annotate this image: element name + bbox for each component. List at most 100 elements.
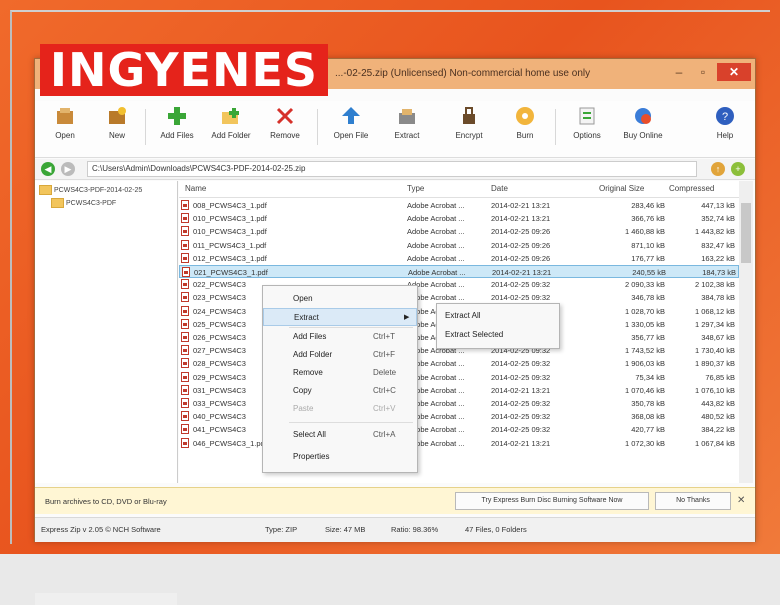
cell-compressed: 443,82 kB xyxy=(701,399,735,408)
column-date[interactable]: Date xyxy=(491,184,508,193)
menu-item-add-files[interactable]: Add Files Ctrl+T xyxy=(263,328,417,346)
menu-item-remove[interactable]: Remove Delete xyxy=(263,364,417,382)
cell-original: 1 743,52 kB xyxy=(624,346,665,356)
open-button[interactable]: Open xyxy=(39,105,91,153)
cell-original: 1 028,70 kB xyxy=(624,306,665,316)
cell-type: Adobe Acrobat ... xyxy=(407,372,465,382)
encrypt-icon xyxy=(458,105,480,127)
toolbar-separator xyxy=(317,109,318,145)
options-button[interactable]: Options xyxy=(561,105,613,153)
pdf-file-icon xyxy=(181,226,189,237)
burn-label: Burn xyxy=(516,131,534,140)
menu-item-extract[interactable]: Extract ▶ xyxy=(263,308,417,326)
folder-up-icon[interactable]: ↑ xyxy=(711,162,725,176)
maximize-button[interactable]: ▫ xyxy=(693,63,713,81)
cell-original: 420,77 kB xyxy=(631,425,665,435)
add-files-button[interactable]: Add Files xyxy=(151,105,203,153)
buy-online-button[interactable]: Buy Online xyxy=(617,105,669,153)
new-label: New xyxy=(108,131,125,140)
column-original-size[interactable]: Original Size xyxy=(599,184,644,193)
cell-name: 011_PCWS4C3_1.pdf xyxy=(193,240,267,250)
add-folder-button[interactable]: Add Folder xyxy=(205,105,257,153)
remove-icon xyxy=(274,105,296,127)
tree-item-root[interactable]: PCWS4C3-PDF-2014-02-25 xyxy=(39,185,142,195)
table-row[interactable]: 012_PCWS4C3_1.pdf Adobe Acrobat ... 2014-0… xyxy=(179,252,739,265)
pdf-file-icon xyxy=(181,332,189,342)
table-row[interactable]: 010_PCWS4C3_1.pdf Adobe Acrobat ... 2014-0… xyxy=(179,212,739,225)
menu-item-label: Properties xyxy=(293,452,330,461)
menu-item-open[interactable]: Open xyxy=(263,290,417,308)
menu-item-label: Add Folder xyxy=(293,350,333,359)
pdf-file-icon xyxy=(181,398,189,408)
pdf-file-icon xyxy=(181,279,189,290)
cell-name: 010_PCWS4C3_1.pdf xyxy=(193,227,267,237)
menu-item-label: Remove xyxy=(293,368,323,377)
help-button[interactable]: ? Help xyxy=(699,105,751,153)
tree-horizontal-scrollbar[interactable] xyxy=(35,593,177,605)
menu-item-select-all[interactable]: Select All Ctrl+A xyxy=(263,426,417,444)
cell-type: Adobe Acrobat ... xyxy=(407,385,465,395)
cell-original: 2 090,33 kB xyxy=(624,280,665,290)
menu-item-label: Copy xyxy=(293,386,312,395)
new-folder-icon[interactable]: + xyxy=(731,162,745,176)
cell-original: 240,55 kB xyxy=(632,268,666,277)
cell-original: 346,78 kB xyxy=(631,293,665,303)
cell-compressed: 480,52 kB xyxy=(701,412,735,422)
notice-close-icon[interactable]: ✕ xyxy=(737,495,745,506)
close-button[interactable]: ✕ xyxy=(717,63,751,81)
path-field[interactable]: C:\Users\Admin\Downloads\PCWS4C3-PDF-201… xyxy=(87,161,697,177)
back-icon[interactable]: ◀ xyxy=(41,162,55,176)
pdf-file-icon xyxy=(181,358,189,369)
pdf-file-icon xyxy=(181,239,189,250)
cell-type: Adobe Acrobat ... xyxy=(407,214,465,224)
cell-type: Adobe Acrobat ... xyxy=(407,227,465,237)
cell-compressed: 348,67 kB xyxy=(701,333,735,342)
menu-item-label: Select All xyxy=(293,430,326,439)
tree-item-pdf[interactable]: PCWS4C3-PDF xyxy=(51,198,116,208)
cell-date: 2014-02-21 13:21 xyxy=(491,201,551,210)
list-header: Name Type Date Original Size Compressed xyxy=(179,181,739,198)
extract-button[interactable]: Extract xyxy=(381,105,433,153)
try-express-burn-button[interactable]: Try Express Burn Disc Burning Software N… xyxy=(455,492,649,510)
burn-button[interactable]: Burn xyxy=(499,105,551,153)
menu-item-paste[interactable]: Paste Ctrl+V xyxy=(263,400,417,418)
table-row[interactable]: 011_PCWS4C3_1.pdf Adobe Acrobat ... 2014-0… xyxy=(179,239,739,252)
encrypt-button[interactable]: Encrypt xyxy=(443,105,495,153)
burn-notice-bar: Burn archives to CD, DVD or Blu-ray Try … xyxy=(35,487,755,514)
menu-item-properties[interactable]: Properties xyxy=(263,448,417,466)
cell-type: Adobe Acrobat ... xyxy=(407,425,465,435)
remove-label: Remove xyxy=(270,131,300,140)
table-row[interactable]: 021_PCWS4C3_1.pdf Adobe Acrobat ... 2014-0… xyxy=(179,265,739,278)
cell-type: Adobe Acrobat ... xyxy=(407,240,465,250)
status-type: Type: ZIP xyxy=(265,525,298,534)
open-file-button[interactable]: Open File xyxy=(325,105,377,153)
pdf-file-icon xyxy=(181,252,189,263)
cell-original: 356,77 kB xyxy=(631,333,665,342)
column-type[interactable]: Type xyxy=(407,184,424,193)
table-row[interactable]: 008_PCWS4C3_1.pdf Adobe Acrobat ... 2014-0… xyxy=(179,199,739,212)
column-name[interactable]: Name xyxy=(185,184,206,193)
vertical-scrollbar[interactable] xyxy=(739,181,753,483)
cell-compressed: 1 076,10 kB xyxy=(694,385,735,395)
cell-date: 2014-02-25 09:26 xyxy=(491,227,551,237)
menu-item-copy[interactable]: Copy Ctrl+C xyxy=(263,382,417,400)
menu-item-add-folder[interactable]: Add Folder Ctrl+F xyxy=(263,346,417,364)
cell-original: 1 330,05 kB xyxy=(624,319,665,329)
scroll-thumb[interactable] xyxy=(741,203,751,263)
menu-item-shortcut: Ctrl+C xyxy=(373,386,396,395)
extract-icon xyxy=(396,105,418,127)
submenu-item-extract-all[interactable]: Extract All xyxy=(437,307,559,325)
submenu-item-label: Extract All xyxy=(445,311,481,320)
column-compressed[interactable]: Compressed xyxy=(669,184,714,193)
forward-icon[interactable]: ▶ xyxy=(61,162,75,176)
menu-item-shortcut: Ctrl+F xyxy=(373,350,395,359)
remove-button[interactable]: Remove xyxy=(259,105,311,153)
minimize-button[interactable]: – xyxy=(669,63,689,81)
submenu-item-extract-selected[interactable]: Extract Selected xyxy=(437,326,559,344)
cell-type: Adobe Acrobat ... xyxy=(407,293,465,303)
table-row[interactable]: 010_PCWS4C3_1.pdf Adobe Acrobat ... 2014-0… xyxy=(179,225,739,238)
buy-online-icon xyxy=(632,105,654,127)
pdf-file-icon xyxy=(181,424,189,435)
no-thanks-button[interactable]: No Thanks xyxy=(655,492,731,510)
new-button[interactable]: New xyxy=(91,105,143,153)
